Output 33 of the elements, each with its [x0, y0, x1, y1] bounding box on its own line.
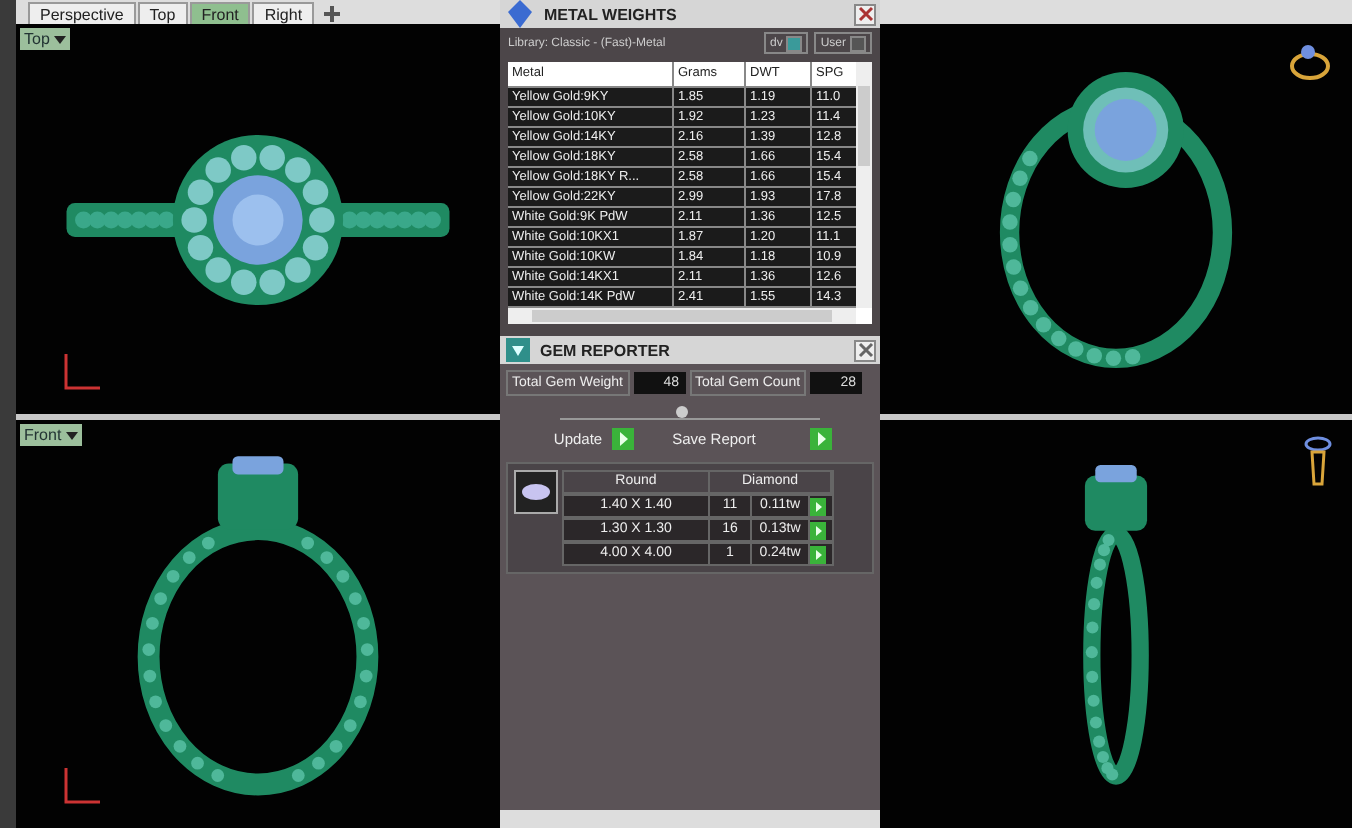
close-icon	[857, 6, 873, 22]
gem-icon	[504, 336, 532, 364]
close-button[interactable]	[854, 339, 876, 361]
caret-icon	[53, 33, 66, 45]
panel-title: METAL WEIGHTS	[544, 5, 679, 23]
play-icon[interactable]	[810, 545, 826, 563]
checkbox[interactable]	[850, 35, 866, 51]
view-tab[interactable]: Front	[189, 2, 251, 24]
view-tab[interactable]: Perspective	[28, 2, 136, 24]
play-icon[interactable]	[810, 497, 826, 515]
scrollbar[interactable]	[856, 62, 872, 308]
panel-title: GEM REPORTER	[540, 341, 672, 359]
pendant-icon[interactable]	[1304, 436, 1332, 488]
play-icon[interactable]	[810, 428, 833, 450]
checkbox[interactable]	[786, 35, 803, 51]
close-button[interactable]	[854, 3, 876, 25]
splitter-handle[interactable]	[676, 406, 688, 418]
view-tab[interactable]: Top	[137, 2, 188, 24]
view-dropdown[interactable]: Top	[20, 28, 70, 50]
gem-thumbnail	[514, 470, 558, 514]
axis-icon	[60, 764, 104, 808]
play-icon[interactable]	[612, 428, 635, 450]
gem-icon	[504, 0, 536, 30]
scrollbar[interactable]	[508, 308, 856, 324]
axis-icon	[60, 350, 104, 394]
viewport[interactable]: Top	[16, 24, 500, 420]
add-tab-icon[interactable]	[320, 4, 345, 24]
play-icon[interactable]	[810, 521, 826, 539]
view-dropdown[interactable]: Front	[20, 424, 82, 446]
view-tab[interactable]: Right	[252, 2, 315, 24]
close-icon	[857, 342, 873, 358]
caret-icon	[65, 429, 78, 441]
ring-icon[interactable]	[1288, 40, 1332, 84]
